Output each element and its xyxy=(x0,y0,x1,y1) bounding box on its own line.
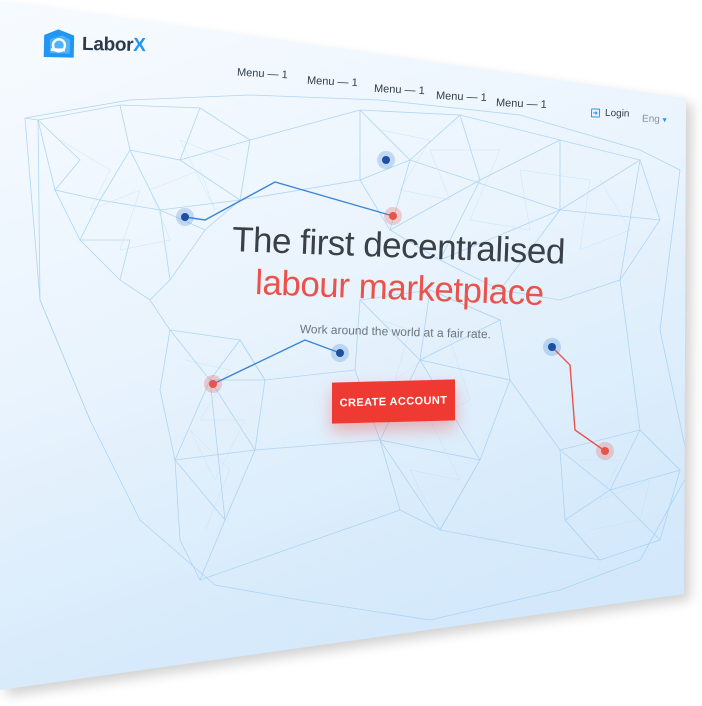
logo-mark-icon xyxy=(43,29,75,58)
landing-page-screen: LaborX Menu — 1 Menu — 1 Menu — 1 Menu —… xyxy=(0,0,686,690)
create-account-label: CREATE ACCOUNT xyxy=(339,394,448,409)
nav-menu-item-4[interactable]: Menu — 1 xyxy=(436,90,487,104)
world-network-map xyxy=(24,94,686,621)
brand-name: LaborX xyxy=(81,33,146,57)
create-account-button[interactable]: CREATE ACCOUNT xyxy=(332,379,455,424)
login-label: Login xyxy=(604,107,630,120)
brand-logo[interactable]: LaborX xyxy=(42,27,146,63)
nav-menu-item-2[interactable]: Menu — 1 xyxy=(307,75,358,89)
login-icon xyxy=(590,108,601,118)
caret-down-icon: ▾ xyxy=(662,115,667,125)
nav-menu-item-1[interactable]: Menu — 1 xyxy=(237,67,288,82)
nav-menu-item-5[interactable]: Menu — 1 xyxy=(496,97,547,111)
nav-menu-item-3[interactable]: Menu — 1 xyxy=(374,83,425,97)
language-selector[interactable]: Eng ▾ xyxy=(642,114,667,126)
language-label: Eng xyxy=(641,113,660,126)
login-button[interactable]: Login xyxy=(590,107,630,120)
